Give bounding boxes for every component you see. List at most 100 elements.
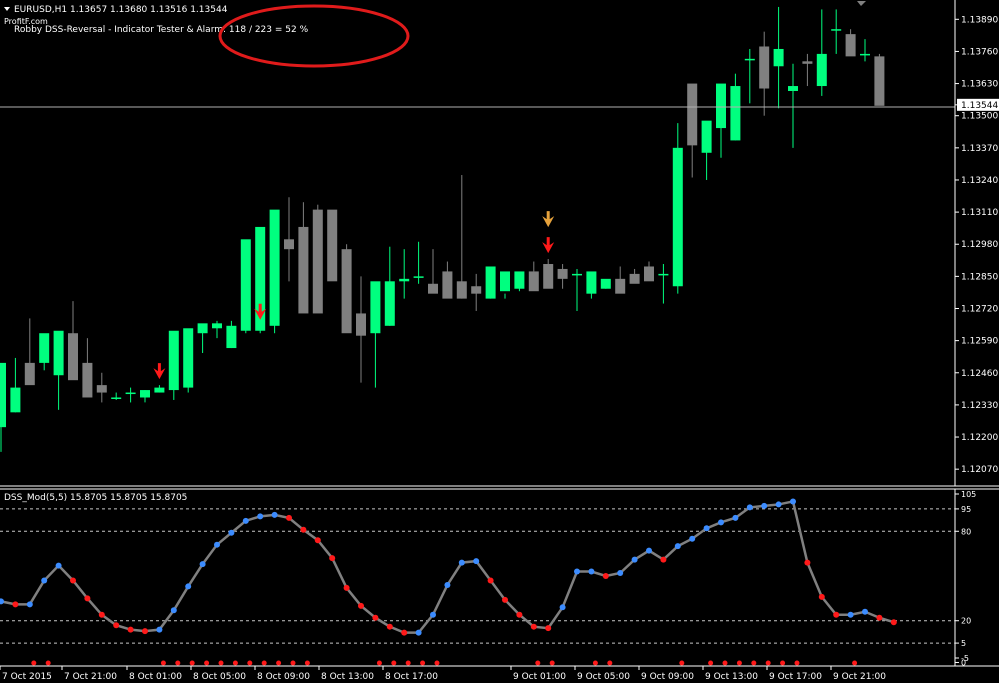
dss-point	[790, 498, 796, 505]
candle-body	[96, 385, 107, 393]
dss-signal-marker	[189, 660, 195, 666]
candle	[341, 244, 352, 334]
price-label: 1.13890	[961, 15, 998, 25]
dss-point	[746, 504, 753, 511]
candle-body	[485, 266, 496, 299]
dss-point	[343, 584, 350, 591]
dss-point	[314, 537, 321, 544]
candle-body	[68, 333, 78, 381]
dss-point	[401, 629, 408, 636]
dss-point	[386, 623, 393, 630]
candle-body	[269, 209, 280, 326]
candle-body	[471, 286, 482, 294]
dss-signal-marker	[247, 660, 253, 666]
candle-body	[399, 278, 410, 282]
dss-signal-marker	[549, 660, 555, 666]
dss-point	[530, 623, 537, 630]
dss-signal-marker	[376, 660, 382, 666]
dss-point	[876, 614, 883, 621]
dss-axis-label: 95	[961, 505, 971, 514]
candle	[485, 266, 496, 299]
candle	[168, 330, 179, 400]
dss-signal-marker	[175, 660, 181, 666]
candle-body	[744, 58, 755, 61]
dss-point	[41, 577, 48, 584]
dss-axis-label: 5	[961, 639, 966, 648]
dss-point	[502, 596, 508, 603]
candle-body	[125, 392, 136, 395]
dss-signal-marker	[765, 660, 771, 666]
time-label: 8 Oct 09:00	[257, 672, 310, 682]
dss-point	[890, 619, 897, 626]
candle-body	[701, 120, 712, 153]
candle-body	[53, 330, 64, 376]
dss-point	[214, 541, 220, 548]
price-label: 1.13630	[961, 80, 998, 90]
dss-point	[12, 601, 19, 608]
dss-point	[458, 559, 465, 566]
dss-axis-label: 80	[961, 527, 971, 536]
dss-point	[257, 513, 264, 520]
candle	[874, 53, 885, 106]
candle	[600, 278, 611, 289]
candle-body	[284, 239, 294, 250]
price-label: 1.12200	[961, 433, 998, 443]
dss-signal-marker	[160, 660, 166, 666]
candle-body	[860, 53, 870, 56]
candle-body	[413, 276, 424, 278]
dss-signal-marker	[45, 660, 51, 666]
candle-body	[672, 147, 683, 287]
chart-window: EURUSD,H1 1.13657 1.13680 1.13516 1.1354…	[0, 0, 999, 683]
time-label: 9 Oct 13:00	[705, 672, 758, 682]
candle-body	[428, 283, 438, 294]
candle-body	[39, 333, 50, 363]
dss-signal-marker	[304, 660, 310, 666]
dss-point	[372, 614, 379, 621]
candle-body	[240, 239, 251, 331]
dss-point	[242, 517, 249, 524]
dss-point	[286, 514, 292, 521]
dss-signal-marker	[232, 660, 238, 666]
candle-body	[298, 226, 309, 314]
dss-point	[761, 502, 768, 509]
dss-point	[847, 611, 854, 618]
dss-point	[718, 519, 724, 526]
dss-signal-marker	[276, 660, 282, 666]
dss-point	[674, 543, 681, 550]
price-label: 1.13110	[961, 208, 998, 218]
candle	[269, 209, 280, 334]
candle-body	[82, 362, 93, 398]
dss-point	[84, 595, 91, 602]
dss-point	[185, 583, 192, 590]
candle-body	[327, 209, 338, 282]
dss-signal-marker	[261, 660, 267, 666]
dss-signal-marker	[535, 660, 541, 666]
dss-signal-marker	[736, 660, 742, 666]
dss-point	[689, 535, 696, 542]
dss-point	[70, 577, 76, 584]
candle-body	[759, 46, 770, 89]
candle-body	[356, 313, 366, 336]
time-label: 8 Oct 05:00	[193, 672, 246, 682]
time-label: 8 Oct 01:00	[129, 672, 182, 682]
chart-background	[0, 0, 999, 683]
price-label: 1.13370	[961, 144, 998, 154]
candle-body	[0, 362, 6, 428]
candle-body	[183, 328, 194, 388]
dss-point	[516, 611, 523, 618]
candle-body	[845, 34, 856, 57]
dss-point	[660, 556, 667, 563]
price-label: 1.13500	[961, 112, 998, 122]
candle-body	[212, 323, 222, 329]
candle-body	[874, 56, 885, 106]
dss-signal-marker	[218, 660, 224, 666]
dss-point	[862, 608, 868, 615]
candle-body	[586, 271, 597, 294]
candle-body	[600, 278, 611, 289]
indicator-text: Robby DSS-Reversal - Indicator Tester & …	[14, 25, 309, 35]
candle-body	[802, 61, 813, 64]
dss-point	[602, 573, 609, 579]
candle-body	[687, 83, 698, 146]
dss-signal-marker	[290, 660, 296, 666]
candle-body	[831, 29, 842, 31]
